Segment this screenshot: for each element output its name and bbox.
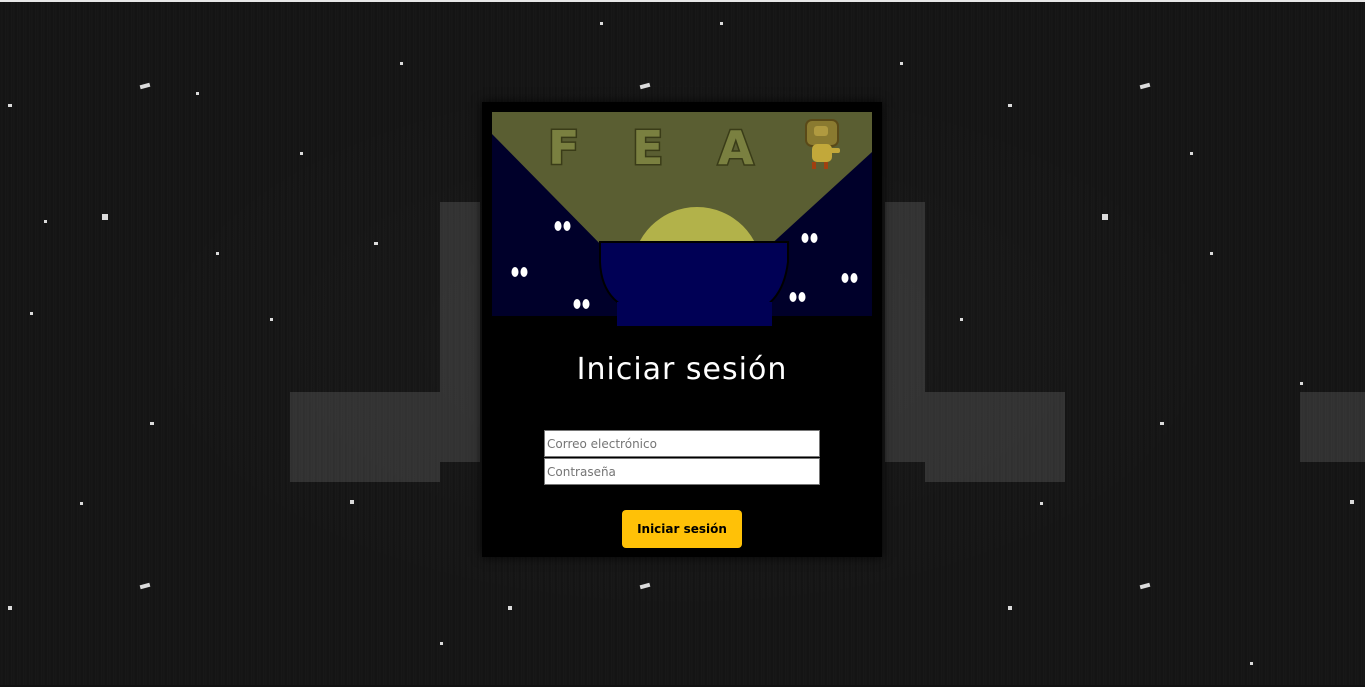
fear-logo-graphic: F E A [492, 112, 872, 326]
logo-letter-e: E [632, 121, 663, 175]
login-title: Iniciar sesión [576, 352, 788, 387]
login-button[interactable]: Iniciar sesión [622, 510, 742, 548]
password-input[interactable] [544, 458, 820, 485]
logo-letter-a: A [718, 121, 754, 175]
logo-letter-f: F [548, 121, 579, 175]
fear-logo-image: F E A [492, 112, 872, 326]
login-card: F E A Iniciar sesión Iniciar sesión [482, 102, 882, 557]
email-input[interactable] [544, 430, 820, 457]
